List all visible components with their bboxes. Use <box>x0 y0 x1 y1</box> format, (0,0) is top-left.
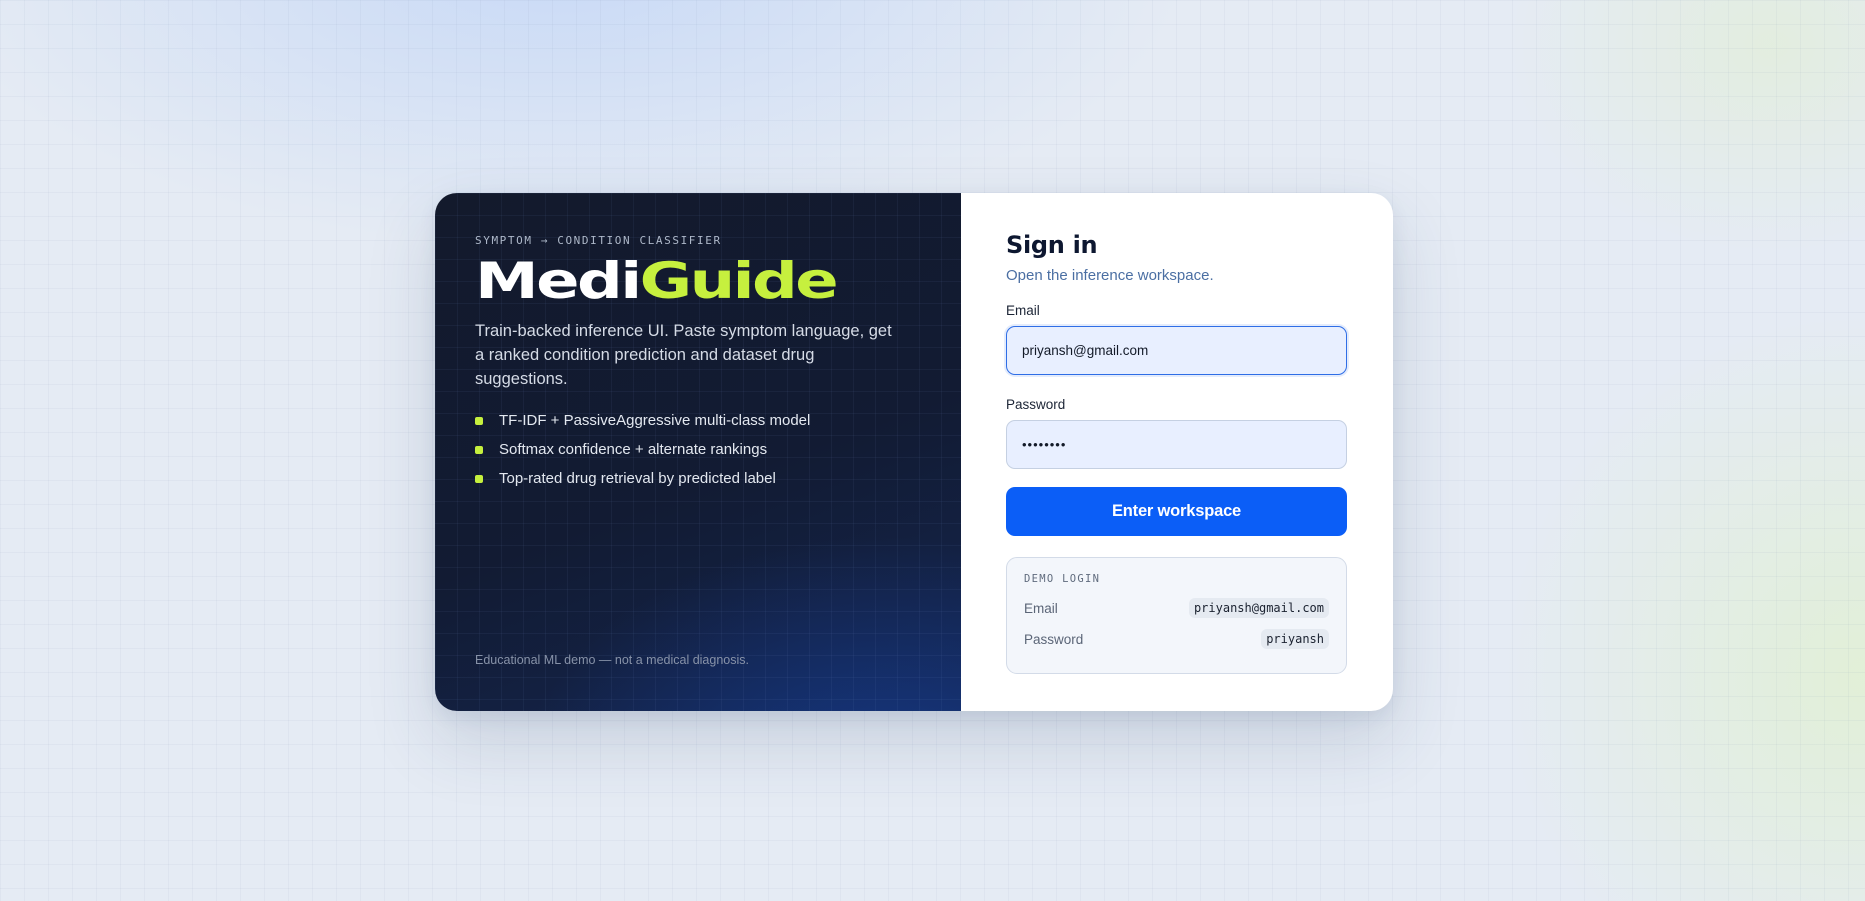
demo-email-label: Email <box>1024 600 1058 616</box>
feature-item-label: TF-IDF + PassiveAggressive multi-class m… <box>499 412 811 429</box>
demo-password-value: priyansh <box>1261 629 1329 649</box>
feature-item-label: Softmax confidence + alternate rankings <box>499 441 768 458</box>
demo-login-box: DEMO LOGIN Email priyansh@gmail.com Pass… <box>1006 557 1347 674</box>
demo-email-row: Email priyansh@gmail.com <box>1024 596 1329 620</box>
bullet-icon <box>475 445 483 454</box>
signin-subtitle: Open the inference workspace. <box>1006 267 1214 284</box>
enter-workspace-button[interactable]: Enter workspace <box>1006 487 1347 536</box>
signin-title: Sign in <box>1006 231 1098 259</box>
bullet-icon <box>475 474 483 483</box>
password-label: Password <box>1006 397 1066 412</box>
brand-logo-part1: Medi <box>475 252 642 310</box>
feature-item: TF-IDF + PassiveAggressive multi-class m… <box>475 406 921 435</box>
feature-item: Softmax confidence + alternate rankings <box>475 435 921 464</box>
brand-logo-part2: Guide <box>639 252 839 310</box>
password-field-value: •••••••• <box>1022 437 1067 452</box>
feature-item: Top-rated drug retrieval by predicted la… <box>475 464 921 493</box>
feature-item-label: Top-rated drug retrieval by predicted la… <box>499 470 776 487</box>
login-card: SYMPTOM → CONDITION CLASSIFIER MediGuide… <box>435 193 1393 711</box>
demo-email-value: priyansh@gmail.com <box>1188 598 1329 618</box>
demo-password-label: Password <box>1024 631 1084 647</box>
email-field[interactable]: priyansh@gmail.com <box>1006 326 1347 375</box>
password-field[interactable]: •••••••• <box>1006 420 1347 469</box>
demo-password-row: Password priyansh <box>1024 627 1329 651</box>
signin-panel: Sign in Open the inference workspace. Em… <box>961 193 1393 711</box>
email-label: Email <box>1006 303 1040 318</box>
brand-kicker: SYMPTOM → CONDITION CLASSIFIER <box>475 234 722 247</box>
email-field-value: priyansh@gmail.com <box>1022 343 1149 358</box>
brand-panel: SYMPTOM → CONDITION CLASSIFIER MediGuide… <box>435 193 961 711</box>
feature-list: TF-IDF + PassiveAggressive multi-class m… <box>475 406 921 493</box>
bullet-icon <box>475 416 483 425</box>
disclaimer: Educational ML demo — not a medical diag… <box>475 653 749 667</box>
demo-login-title: DEMO LOGIN <box>1024 573 1101 585</box>
brand-tagline: Train-backed inference UI. Paste symptom… <box>475 322 892 388</box>
